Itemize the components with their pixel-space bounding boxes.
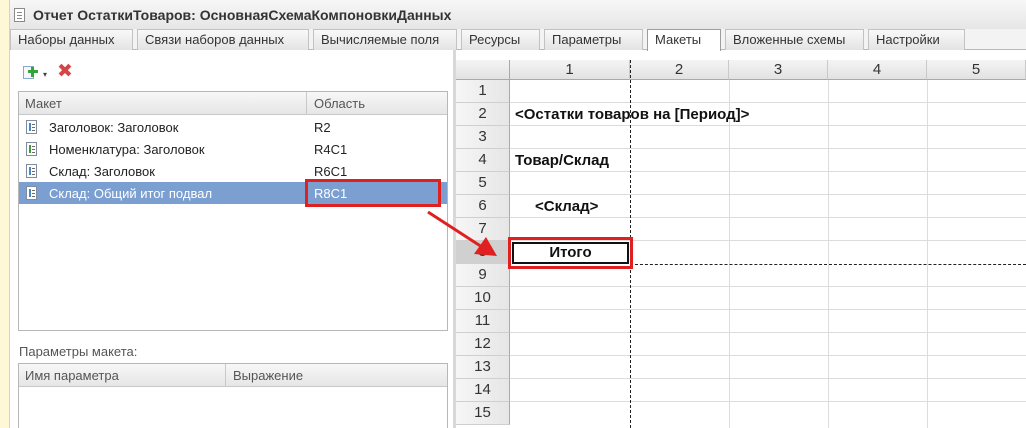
chevron-down-icon[interactable]: ▾	[43, 70, 47, 79]
layout-icon	[26, 186, 37, 200]
layout-params-label: Параметры макета:	[19, 344, 138, 359]
row-header-11[interactable]: 11	[456, 310, 510, 333]
layout-name: Номенклатура: Заголовок	[49, 142, 205, 157]
tab-data-set-links[interactable]: Связи наборов данных	[137, 29, 309, 50]
cell-r6-warehouse[interactable]: <Склад>	[535, 198, 598, 215]
row-header-1[interactable]: 1	[456, 80, 510, 103]
highlight-box-area	[305, 179, 441, 207]
grid-line	[510, 194, 1026, 195]
layouts-table: Макет Область Заголовок: Заголовок R2 Но…	[18, 91, 448, 331]
layouts-table-header: Макет Область	[19, 92, 447, 115]
grid-line	[510, 286, 1026, 287]
add-layout-button[interactable]	[23, 64, 41, 82]
row-header-6[interactable]: 6	[456, 195, 510, 218]
row-header-5[interactable]: 5	[456, 172, 510, 195]
left-edge-strip	[0, 0, 10, 428]
row-header-10[interactable]: 10	[456, 287, 510, 310]
layout-icon	[26, 164, 37, 178]
tab-parameters[interactable]: Параметры	[544, 29, 643, 50]
column-header-2[interactable]: 2	[630, 60, 729, 80]
layout-params-table: Имя параметра Выражение	[18, 363, 448, 428]
tab-settings[interactable]: Настройки	[868, 29, 965, 50]
table-row[interactable]: Номенклатура: Заголовок R4C1	[19, 138, 447, 160]
grid-line	[927, 80, 928, 428]
grid-line	[510, 217, 1026, 218]
window-title: Отчет ОстаткиТоваров: ОсновнаяСхемаКомпо…	[33, 7, 452, 23]
grid-line	[510, 125, 1026, 126]
sheet-corner[interactable]	[456, 60, 510, 80]
column-header-5[interactable]: 5	[927, 60, 1026, 80]
table-row[interactable]: Заголовок: Заголовок R2	[19, 116, 447, 138]
layout-name: Заголовок: Заголовок	[49, 120, 179, 135]
column-header-area[interactable]: Область	[314, 96, 365, 111]
tab-calculated-fields[interactable]: Вычисляемые поля	[313, 29, 457, 50]
delete-icon[interactable]: ✖	[57, 62, 73, 81]
grid-line	[510, 171, 1026, 172]
grid-line	[510, 378, 1026, 379]
tab-bar: Наборы данных Связи наборов данных Вычис…	[10, 29, 1026, 51]
grid-line	[510, 401, 1026, 402]
row-header-2[interactable]: 2	[456, 103, 510, 126]
row-header-3[interactable]: 3	[456, 126, 510, 149]
layout-area: R2	[314, 120, 331, 135]
column-header-4[interactable]: 4	[828, 60, 927, 80]
tab-nested-schemas[interactable]: Вложенные схемы	[725, 29, 864, 50]
column-header-param-name[interactable]: Имя параметра	[25, 368, 119, 383]
highlight-box-total	[508, 237, 633, 269]
window-title-bar: Отчет ОстаткиТоваров: ОсновнаяСхемаКомпо…	[0, 0, 1026, 428]
layouts-panel: ▾ ✖ Макет Область Заголовок: Заголовок R…	[10, 50, 453, 428]
plus-mark-v	[31, 67, 34, 77]
document-icon	[14, 8, 25, 22]
row-header-12[interactable]: 12	[456, 333, 510, 356]
layout-name: Склад: Заголовок	[49, 164, 155, 179]
layout-icon	[26, 142, 37, 156]
column-separator	[225, 364, 226, 387]
layout-params-header: Имя параметра Выражение	[19, 364, 447, 387]
grid-line	[510, 332, 1026, 333]
print-area-border-horizontal	[630, 264, 1026, 265]
grid-line	[510, 355, 1026, 356]
column-header-expression[interactable]: Выражение	[233, 368, 303, 383]
cell-r4-product-warehouse[interactable]: Товар/Склад	[515, 152, 609, 169]
column-header-layout[interactable]: Макет	[25, 96, 62, 111]
layout-name: Склад: Общий итог подвал	[49, 186, 213, 201]
tab-resources[interactable]: Ресурсы	[461, 29, 540, 50]
cell-r2-title[interactable]: <Остатки товаров на [Период]>	[515, 106, 749, 123]
layout-area: R4C1	[314, 142, 348, 157]
row-header-4[interactable]: 4	[456, 149, 510, 172]
row-header-13[interactable]: 13	[456, 356, 510, 379]
tab-layouts[interactable]: Макеты	[647, 29, 721, 51]
column-header-3[interactable]: 3	[729, 60, 828, 80]
column-separator	[306, 92, 307, 115]
row-header-15[interactable]: 15	[456, 402, 510, 425]
layout-area: R6C1	[314, 164, 348, 179]
tab-data-sets[interactable]: Наборы данных	[10, 29, 133, 50]
row-header-8[interactable]: 8	[456, 241, 510, 264]
column-header-1[interactable]: 1	[510, 60, 630, 80]
row-header-9[interactable]: 9	[456, 264, 510, 287]
layout-spreadsheet[interactable]: 1 2 3 4 5 1 2 3 4 5 6 7 8 9 10 11 12 13 …	[456, 60, 1026, 428]
grid-line	[510, 309, 1026, 310]
row-header-14[interactable]: 14	[456, 379, 510, 402]
row-header-7[interactable]: 7	[456, 218, 510, 241]
layout-icon	[26, 120, 37, 134]
grid-line	[510, 148, 1026, 149]
grid-line	[828, 80, 829, 428]
grid-line	[729, 80, 730, 428]
grid-line	[510, 102, 1026, 103]
